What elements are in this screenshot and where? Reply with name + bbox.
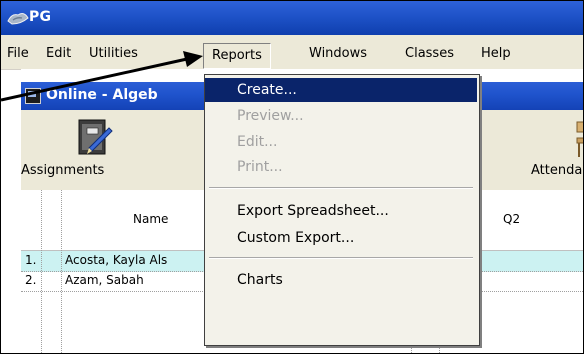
pointer-arrow-icon [1, 51, 203, 102]
application-window: PG File Edit Utilities Reports Windows C… [0, 0, 584, 354]
